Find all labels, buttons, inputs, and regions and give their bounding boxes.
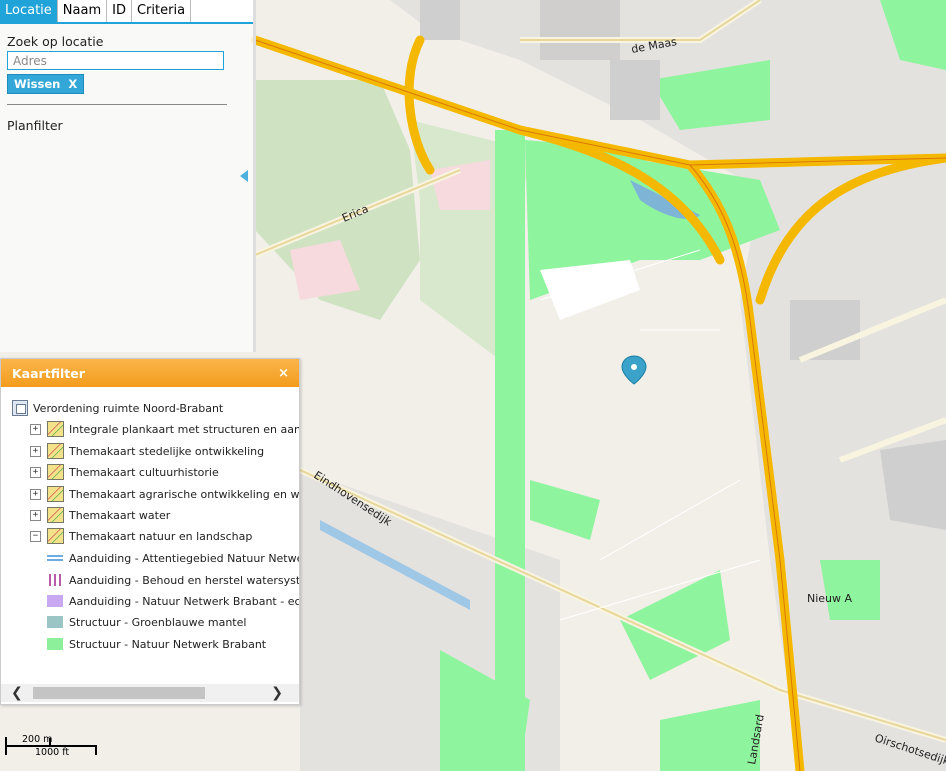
search-panel: Locatie Naam ID Criteria Zoek op locatie… bbox=[0, 0, 256, 352]
tab-criteria[interactable]: Criteria bbox=[132, 0, 192, 22]
expand-icon[interactable]: + bbox=[30, 509, 41, 521]
tab-id[interactable]: ID bbox=[107, 0, 132, 22]
layer-item[interactable]: − Themakaart natuur en landschap bbox=[30, 526, 252, 546]
search-label: Zoek op locatie bbox=[7, 34, 104, 49]
expand-icon[interactable]: + bbox=[30, 466, 41, 478]
map-layer-icon bbox=[47, 486, 64, 502]
planfilter-label: Planfilter bbox=[7, 118, 63, 133]
legend-item: Structuur - Natuur Netwerk Brabant bbox=[47, 634, 266, 654]
layer-item[interactable]: + Themakaart cultuurhistorie bbox=[30, 462, 219, 482]
collapse-panel-icon[interactable] bbox=[240, 170, 248, 182]
expand-icon[interactable]: + bbox=[30, 488, 41, 500]
layer-label: Themakaart stedelijke ontwikkeling bbox=[69, 444, 265, 458]
layer-label: Themakaart cultuurhistorie bbox=[69, 465, 219, 479]
legend-item: Aanduiding - Attentiegebied Natuur Netwe… bbox=[47, 548, 300, 568]
color-swatch-icon bbox=[47, 638, 63, 650]
collapse-icon[interactable]: − bbox=[30, 530, 41, 542]
kaartfilter-title: Kaartfilter bbox=[12, 365, 85, 381]
expand-icon[interactable]: + bbox=[30, 423, 41, 435]
map-layer-icon bbox=[47, 443, 64, 459]
legend-item: Structuur - Groenblauwe mantel bbox=[47, 612, 246, 632]
clear-icon: X bbox=[68, 77, 78, 91]
legend-item: Aanduiding - Behoud en herstel watersyst… bbox=[47, 570, 300, 590]
layer-item[interactable]: + Integrale plankaart met structuren en … bbox=[30, 419, 299, 439]
scale-metric-label: 200 m bbox=[22, 734, 53, 745]
layer-label: Integrale plankaart met structuren en aa… bbox=[69, 422, 299, 436]
map-layer-icon bbox=[47, 421, 64, 437]
expand-icon[interactable]: + bbox=[30, 445, 41, 457]
kaartfilter-header: Kaartfilter × bbox=[1, 359, 299, 387]
clear-button[interactable]: Wissen X bbox=[7, 74, 85, 94]
legend-label: Aanduiding - Natuur Netwerk Brabant - ec… bbox=[69, 594, 300, 608]
layer-item[interactable]: + Themakaart agrarische ontwikkeling en … bbox=[30, 484, 300, 504]
legend-label: Structuur - Groenblauwe mantel bbox=[69, 615, 247, 629]
layer-tree-root-label: Verordening ruimte Noord-Brabant bbox=[33, 401, 224, 415]
search-tabs: Locatie Naam ID Criteria bbox=[0, 0, 253, 24]
address-search-input[interactable] bbox=[7, 51, 224, 70]
map-layer-icon bbox=[47, 464, 64, 480]
double-line-swatch-icon bbox=[47, 555, 63, 561]
layer-tree-root[interactable]: Verordening ruimte Noord-Brabant bbox=[12, 398, 223, 418]
layer-item[interactable]: + Themakaart water bbox=[30, 505, 170, 525]
layer-label: Themakaart natuur en landschap bbox=[69, 529, 253, 543]
scrollbar-thumb[interactable] bbox=[33, 687, 205, 699]
layer-item[interactable]: + Themakaart stedelijke ontwikkeling bbox=[30, 441, 264, 461]
kaartfilter-panel: Kaartfilter × Verordening ruimte Noord-B… bbox=[0, 358, 300, 705]
tab-locatie[interactable]: Locatie bbox=[0, 0, 58, 22]
horizontal-scrollbar[interactable]: ❮ ❯ bbox=[1, 684, 299, 702]
tab-naam[interactable]: Naam bbox=[58, 0, 108, 22]
scroll-right-icon[interactable]: ❯ bbox=[271, 684, 283, 702]
clear-button-label: Wissen bbox=[14, 77, 61, 91]
layer-tree: Verordening ruimte Noord-Brabant + Integ… bbox=[1, 389, 299, 685]
color-swatch-icon bbox=[47, 595, 63, 607]
legend-label: Structuur - Natuur Netwerk Brabant bbox=[69, 637, 267, 651]
close-icon[interactable]: × bbox=[278, 366, 289, 381]
street-label-nieuw-a: Nieuw A bbox=[807, 592, 853, 605]
panel-divider bbox=[7, 104, 227, 105]
legend-item: Aanduiding - Natuur Netwerk Brabant - ec… bbox=[47, 591, 300, 611]
legend-label: Aanduiding - Attentiegebied Natuur Netwe… bbox=[69, 551, 300, 565]
scale-imperial-label: 1000 ft bbox=[35, 747, 70, 758]
hatch-swatch-icon bbox=[49, 574, 61, 586]
map-layer-icon bbox=[47, 507, 64, 523]
color-swatch-icon bbox=[47, 616, 63, 628]
scroll-left-icon[interactable]: ❮ bbox=[11, 684, 23, 702]
layer-label: Themakaart agrarische ontwikkeling en wi… bbox=[69, 487, 300, 501]
scale-bar: 200 m 1000 ft bbox=[5, 734, 100, 762]
legend-label: Aanduiding - Behoud en herstel watersyst… bbox=[69, 573, 300, 587]
map-layer-icon bbox=[47, 528, 64, 544]
layer-label: Themakaart water bbox=[69, 508, 171, 522]
layers-icon bbox=[12, 400, 28, 416]
